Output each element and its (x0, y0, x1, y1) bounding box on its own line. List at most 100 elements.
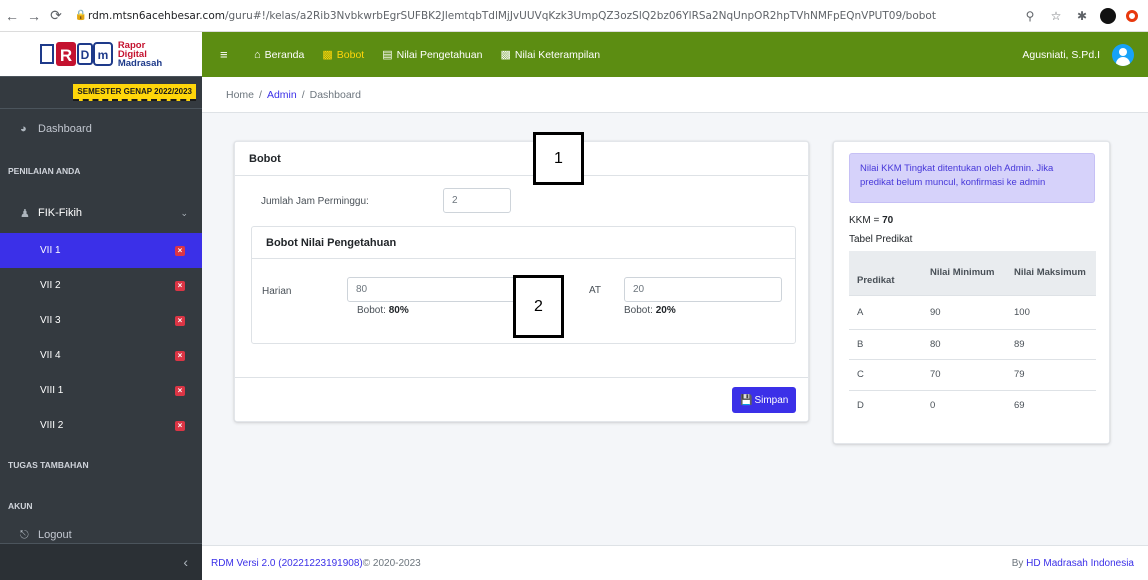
table-cell: 0 (922, 389, 1006, 421)
kkm-value: 70 (882, 215, 894, 226)
brand-logo[interactable]: R D m Rapor Digital Madrasah (0, 32, 202, 77)
forward-arrow-icon[interactable]: → (24, 6, 44, 26)
sidebar-item-class[interactable]: VII 2 × (0, 268, 202, 303)
pat-value: 20 (633, 284, 645, 295)
zoom-icon[interactable]: ⚲ (1022, 8, 1038, 24)
profile-icon[interactable] (1100, 7, 1116, 24)
semester-badge[interactable]: SEMESTER GENAP 2022/2023 (73, 84, 196, 101)
breadcrumb-home[interactable]: Home (226, 89, 254, 101)
harian-bobot-value: 80% (388, 305, 409, 316)
table-cell: 80 (922, 328, 1006, 359)
sidebar-item-class[interactable]: VIII 2 × (0, 408, 202, 443)
reload-icon[interactable]: ⟳ (46, 6, 66, 26)
pat-input[interactable]: 20 (624, 277, 782, 302)
kkm-text: KKM = 70 (849, 215, 893, 226)
class-label: VII 4 (40, 350, 61, 361)
pat-bobot: Bobot: 20% (624, 305, 676, 316)
section-header-penilaian: PENILAIAN ANDA (8, 166, 81, 176)
url-text[interactable]: rdm.mtsn6acehbesar.com/guru#!/kelas/a2Ri… (88, 10, 948, 22)
harian-input[interactable]: 80 (347, 277, 522, 302)
sidebar-item-logout[interactable]: ⎋ Logout (0, 525, 202, 545)
nav-bobot[interactable]: ▩ Bobot (322, 48, 364, 62)
nav-beranda[interactable]: ⌂ Beranda (254, 49, 304, 61)
table-row: B 80 89 (849, 328, 1096, 359)
table-cell: C (849, 358, 922, 390)
nav-label: Nilai Pengetahuan (396, 48, 483, 61)
harian-value: 80 (356, 284, 368, 295)
sidebar-collapse[interactable]: ‹ (0, 543, 202, 580)
predikat-table: Predikat Nilai Minimum Nilai Maksimum A … (849, 251, 1096, 421)
sidebar-group-fikih[interactable]: ♟ FIK-Fikih ⌄ (0, 193, 202, 233)
table-cell: 100 (1006, 294, 1096, 329)
star-icon[interactable]: ☆ (1048, 8, 1064, 24)
close-icon[interactable]: × (175, 350, 185, 361)
nav-label: Beranda (264, 48, 305, 61)
sidebar-item-dashboard[interactable]: ◕ Dashboard (0, 109, 202, 149)
nav-nilai-keterampilan[interactable]: ▩ Nilai Keterampilan (500, 48, 601, 62)
sidebar-item-label: Dashboard (38, 123, 92, 135)
back-arrow-icon[interactable]: ← (2, 6, 22, 26)
browser-toolbar: ← → ⟳ 🔒 rdm.mtsn6acehbesar.com/guru#!/ke… (0, 0, 1148, 32)
chart-icon: ▤ (382, 49, 393, 61)
nav-nilai-pengetahuan[interactable]: ▤ Nilai Pengetahuan (382, 48, 483, 62)
sidebar-item-class[interactable]: VIII 1 × (0, 373, 202, 408)
rdm-logo-icon: R D m (39, 42, 113, 66)
save-button[interactable]: 💾 Simpan (732, 387, 797, 413)
sidebar-item-class[interactable]: VII 3 × (0, 303, 202, 338)
address-bar[interactable]: 🔒 rdm.mtsn6acehbesar.com/guru#!/kelas/a2… (74, 4, 1022, 28)
sidebar-item-label: Logout (38, 529, 72, 541)
table-row: C 70 79 (849, 358, 1096, 390)
footer-by: By (1011, 557, 1027, 569)
sidebar-item-class[interactable]: VII 1 × (0, 233, 202, 268)
kkm-alert: Nilai KKM Tingkat ditentukan oleh Admin.… (849, 153, 1095, 203)
card-footer-divider (235, 377, 808, 378)
extensions-icon[interactable]: ✱ (1074, 8, 1090, 24)
table-row: D 0 69 (849, 389, 1096, 421)
harian-label: Harian (262, 286, 292, 297)
breadcrumb-separator: / (301, 88, 305, 101)
user-name[interactable]: Agusniati, S.Pd.I (1022, 49, 1100, 61)
close-icon[interactable]: × (175, 245, 185, 256)
close-icon[interactable]: × (175, 280, 185, 291)
kkm-prefix: KKM = (849, 215, 883, 226)
close-icon[interactable]: × (175, 420, 185, 431)
dashboard-icon: ◕ (20, 123, 27, 135)
menu-icon[interactable]: ≡ (220, 47, 236, 62)
jam-input[interactable]: 2 (443, 188, 511, 213)
svg-text:D: D (80, 48, 89, 62)
breadcrumb-admin[interactable]: Admin (267, 89, 297, 101)
close-icon[interactable]: × (175, 385, 185, 396)
folder-icon: ▩ (322, 49, 333, 61)
avatar[interactable] (1112, 43, 1134, 66)
top-navbar: ≡ ⌂ Beranda ▩ Bobot ▤ Nilai Pengetahuan … (202, 32, 1148, 77)
nav-label: Nilai Keterampilan (514, 48, 601, 61)
table-header: Predikat (849, 251, 922, 295)
close-icon[interactable]: × (175, 315, 185, 326)
sidebar: R D m Rapor Digital Madrasah SEMESTER GE… (0, 32, 202, 580)
users-icon: ♟ (20, 207, 30, 220)
footer-credit: By HD Madrasah Indonesia (1012, 558, 1134, 569)
footer-credit-link[interactable]: HD Madrasah Indonesia (1026, 558, 1134, 569)
breadcrumb-separator: / (259, 88, 262, 101)
footer-version-link[interactable]: RDM Versi 2.0 (20221223191908) (211, 558, 363, 569)
chevron-left-icon[interactable]: ‹ (183, 554, 188, 570)
semester-row: SEMESTER GENAP 2022/2023 (0, 77, 202, 109)
chevron-down-icon: ⌄ (180, 207, 188, 218)
jam-label: Jumlah Jam Perminggu: (261, 196, 369, 207)
pengetahuan-header: Bobot Nilai Pengetahuan (252, 227, 795, 259)
card-title: Bobot (249, 152, 281, 165)
table-cell: 70 (922, 358, 1006, 390)
class-label: VII 2 (40, 280, 61, 291)
table-header: Nilai Minimum (922, 251, 1006, 295)
overlay-marker-1: 1 (533, 132, 584, 185)
predikat-card: Nilai KKM Tingkat ditentukan oleh Admin.… (833, 141, 1110, 444)
save-icon: 💾 (740, 394, 753, 406)
svg-text:m: m (97, 48, 108, 62)
table-title: Tabel Predikat (849, 234, 913, 245)
brand-text: Rapor Digital Madrasah (117, 40, 163, 69)
sidebar-item-class[interactable]: VII 4 × (0, 338, 202, 373)
opera-icon[interactable] (1126, 9, 1138, 22)
brand-line3: Madrasah (117, 57, 163, 69)
pat-label: AT (589, 285, 602, 296)
pengetahuan-title: Bobot Nilai Pengetahuan (266, 236, 397, 249)
